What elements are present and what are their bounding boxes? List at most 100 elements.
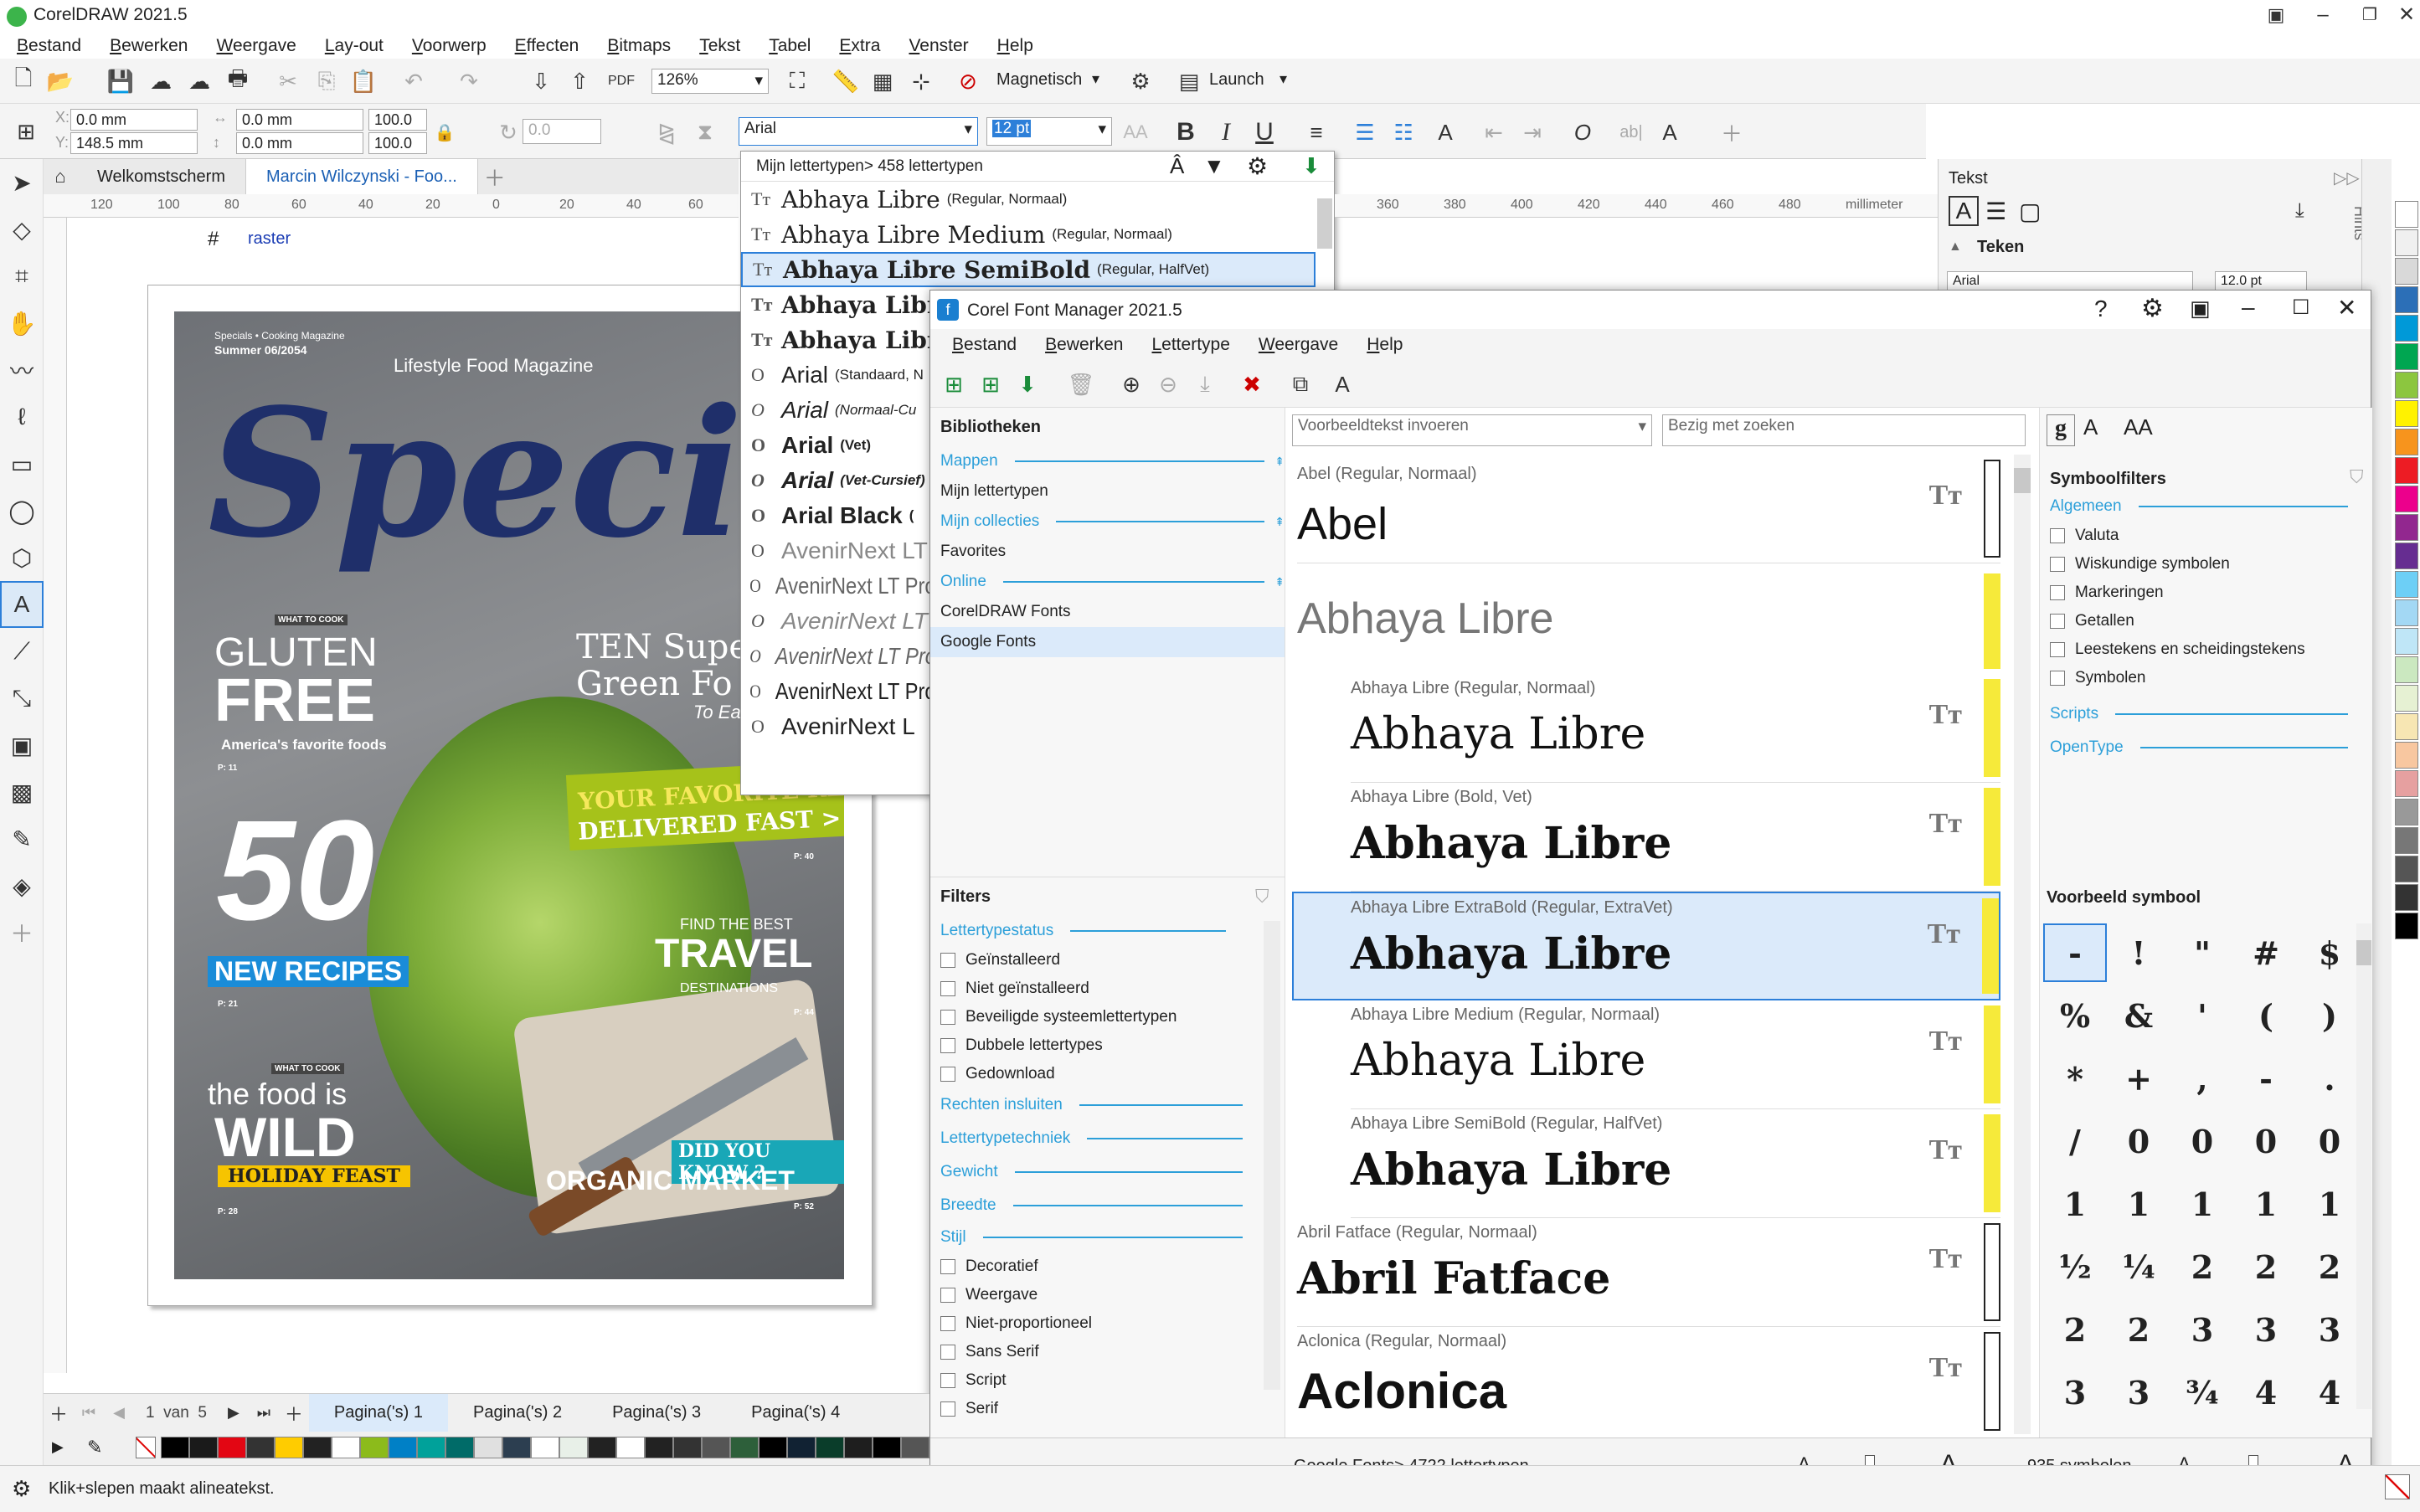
- library-item-selected[interactable]: Google Fonts: [930, 627, 1285, 657]
- opentype-icon[interactable]: O: [1566, 116, 1599, 149]
- library-item[interactable]: Mijn lettertypen: [930, 476, 1285, 507]
- library-item[interactable]: CorelDRAW Fonts: [930, 597, 1285, 627]
- symbol-filter-checkbox[interactable]: Symbolen: [2040, 664, 2373, 692]
- section-rechten[interactable]: Rechten insluiten: [930, 1088, 1285, 1122]
- pick-tool-icon[interactable]: ➤: [0, 159, 44, 206]
- rotation-angle-field[interactable]: 0.0: [523, 119, 601, 144]
- copy-icon[interactable]: ⎘: [310, 65, 343, 97]
- font-family-select[interactable]: Arial ▾: [739, 117, 978, 146]
- snap-off-icon[interactable]: ⊘: [951, 65, 985, 97]
- color-swatch[interactable]: [474, 1437, 502, 1458]
- guidelines-icon[interactable]: ⊹: [904, 65, 938, 97]
- color-swatch[interactable]: [673, 1437, 702, 1458]
- font-card[interactable]: Abhaya Libre Medium (Regular, Normaal) A…: [1351, 1000, 2000, 1109]
- color-swatch[interactable]: [816, 1437, 844, 1458]
- filter-checkbox[interactable]: Sans Serif: [930, 1338, 1285, 1366]
- color-swatch[interactable]: [417, 1437, 445, 1458]
- launch-dropdown[interactable]: Launch: [1209, 70, 1264, 90]
- font-list-options-icon[interactable]: AA: [1119, 116, 1152, 149]
- fm-settings-gear-icon[interactable]: ⚙: [2141, 294, 2164, 323]
- font-card[interactable]: Abhaya Libre (Regular, Normaal) Abhaya L…: [1351, 674, 2000, 783]
- drop-shadow-tool-icon[interactable]: ▣: [0, 722, 44, 769]
- color-swatch[interactable]: [2395, 884, 2418, 911]
- waterfall-view-icon[interactable]: AA: [2124, 414, 2153, 440]
- symbol-cell[interactable]: (: [2234, 986, 2298, 1045]
- color-swatch[interactable]: [2395, 315, 2418, 342]
- color-swatch[interactable]: [901, 1437, 929, 1458]
- symbol-cell-selected[interactable]: -: [2043, 923, 2107, 982]
- page-tab-4[interactable]: Pagina('s) 4: [726, 1394, 865, 1432]
- color-swatch[interactable]: [2395, 343, 2418, 370]
- color-swatch[interactable]: [2395, 543, 2418, 569]
- redo-icon[interactable]: ↷: [452, 65, 486, 97]
- symbol-cell[interactable]: 3: [2043, 1363, 2107, 1422]
- new-document-icon[interactable]: 🗋: [7, 65, 40, 97]
- paragraph-tab-icon[interactable]: ☰: [1985, 198, 2006, 225]
- filter-checkbox[interactable]: Serif: [930, 1395, 1285, 1423]
- fm-minimize-button[interactable]: –: [2242, 294, 2255, 321]
- font-family-group[interactable]: Abhaya Libre: [1297, 568, 2000, 674]
- cut-icon[interactable]: ✂: [271, 65, 305, 97]
- object-origin-icon[interactable]: ⊞: [7, 112, 45, 151]
- grid-icon[interactable]: ▦: [866, 65, 899, 97]
- color-swatch[interactable]: [275, 1437, 303, 1458]
- color-swatch[interactable]: [2395, 457, 2418, 484]
- color-swatch[interactable]: [189, 1437, 218, 1458]
- artistic-media-tool-icon[interactable]: ℓ: [0, 393, 44, 440]
- text-tool-icon[interactable]: A: [0, 581, 44, 628]
- color-swatch[interactable]: [2395, 201, 2418, 228]
- connector-tool-icon[interactable]: ⤡: [0, 675, 44, 722]
- font-card[interactable]: Abel (Regular, Normaal) Abel Tт: [1297, 455, 2000, 563]
- symbol-cell[interactable]: 1: [2170, 1175, 2234, 1233]
- symbol-cell[interactable]: 2: [2170, 1237, 2234, 1296]
- symbol-cell[interactable]: 1: [2234, 1175, 2298, 1233]
- section-opentype[interactable]: OpenType: [2040, 733, 2358, 763]
- symbol-filter-checkbox[interactable]: Leestekens en scheidingstekens: [2040, 635, 2373, 664]
- color-swatch[interactable]: [445, 1437, 474, 1458]
- fm-menu-weergave[interactable]: Weergave: [1259, 335, 1338, 355]
- symbol-cell[interactable]: ½: [2043, 1237, 2107, 1296]
- page-tab-1[interactable]: Pagina('s) 1: [308, 1393, 448, 1432]
- color-swatch[interactable]: [2395, 258, 2418, 285]
- symbol-cell[interactable]: 3: [2170, 1300, 2234, 1359]
- add-tool-icon[interactable]: ＋: [0, 909, 44, 956]
- symbol-filter-checkbox[interactable]: Getallen: [2040, 607, 2373, 635]
- scale-x-field[interactable]: 100.0: [368, 109, 427, 131]
- glyph-view-icon[interactable]: g: [2047, 414, 2075, 446]
- fm-maximize-button[interactable]: ☐: [2292, 296, 2310, 320]
- symbol-cell[interactable]: %: [2043, 986, 2107, 1045]
- color-swatch[interactable]: [645, 1437, 673, 1458]
- export-pdf-icon[interactable]: PDF: [605, 65, 638, 97]
- copy-font-icon[interactable]: ⧉: [1285, 369, 1316, 399]
- color-swatch[interactable]: [2395, 514, 2418, 541]
- bold-icon[interactable]: B: [1169, 116, 1202, 149]
- rotate-icon[interactable]: ↻: [496, 116, 521, 149]
- color-swatch[interactable]: [332, 1437, 360, 1458]
- next-page-icon[interactable]: ▶: [219, 1404, 249, 1422]
- fm-close-button[interactable]: ✕: [2337, 294, 2356, 321]
- color-swatch[interactable]: [531, 1437, 559, 1458]
- symbol-cell[interactable]: !: [2107, 923, 2170, 982]
- color-swatch[interactable]: [2395, 656, 2418, 683]
- section-mappen[interactable]: Mappen ⇞: [930, 446, 1285, 476]
- full-screen-icon[interactable]: ⛶: [780, 65, 814, 97]
- symbol-cell[interactable]: *: [2043, 1049, 2107, 1108]
- symbol-cell[interactable]: 1: [2107, 1175, 2170, 1233]
- collapse-icon[interactable]: ▲: [1949, 239, 1962, 255]
- color-swatch[interactable]: [588, 1437, 616, 1458]
- symbol-cell[interactable]: 0: [2107, 1112, 2170, 1170]
- symbol-cell[interactable]: #: [2234, 923, 2298, 982]
- save-icon[interactable]: 💾: [104, 65, 137, 97]
- help-icon[interactable]: ?: [2094, 296, 2108, 322]
- symbol-cell[interactable]: 3: [2234, 1300, 2298, 1359]
- download-font-icon[interactable]: ⬇: [1302, 153, 1321, 179]
- color-swatch[interactable]: [2395, 770, 2418, 797]
- home-icon[interactable]: ⌂: [44, 159, 77, 194]
- filter-checkbox[interactable]: Geïnstalleerd: [930, 946, 1285, 975]
- symbol-filter-checkbox[interactable]: Valuta: [2040, 522, 2373, 550]
- fill-indicator[interactable]: [2385, 1474, 2410, 1499]
- section-lettertypestatus[interactable]: Lettertypestatus: [930, 916, 1285, 946]
- tab-welcome[interactable]: Welkomstscherm: [77, 159, 246, 194]
- color-swatch[interactable]: [2395, 827, 2418, 854]
- menu-weergave[interactable]: Weergave: [216, 36, 296, 56]
